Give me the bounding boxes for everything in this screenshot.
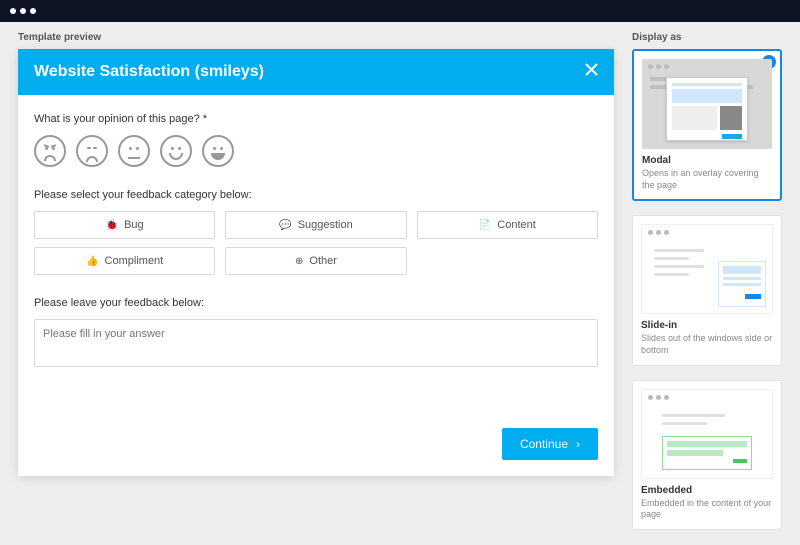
preview-title: Website Satisfaction (smileys)	[34, 63, 264, 81]
category-other-button[interactable]: ⊕ Other	[225, 247, 406, 275]
close-icon[interactable]	[585, 63, 598, 81]
embedded-thumbnail	[641, 389, 773, 479]
smiley-angry[interactable]	[34, 135, 66, 167]
display-option-desc: Embedded in the content of your page	[641, 498, 773, 521]
smiley-neutral[interactable]	[118, 135, 150, 167]
window-dot-icon	[30, 8, 36, 14]
question-opinion-label: What is your opinion of this page? *	[34, 113, 598, 125]
category-label: Other	[309, 255, 337, 267]
category-suggestion-button[interactable]: 💬 Suggestion	[225, 211, 406, 239]
smiley-sad[interactable]	[76, 135, 108, 167]
display-option-embedded[interactable]: Embedded Embedded in the content of your…	[632, 380, 782, 530]
category-label: Suggestion	[298, 219, 353, 231]
display-option-title: Embedded	[641, 485, 773, 496]
modal-thumbnail	[642, 59, 772, 149]
display-option-modal[interactable]: ✓ Modal Opens in an overlay covering the…	[632, 49, 782, 201]
continue-button[interactable]: Continue ›	[502, 428, 598, 460]
document-icon: 📄	[479, 220, 491, 231]
category-bug-button[interactable]: 🐞 Bug	[34, 211, 215, 239]
display-option-title: Modal	[642, 155, 772, 166]
smiley-rating-group	[34, 135, 598, 167]
window-titlebar	[0, 0, 800, 22]
chat-icon: 💬	[279, 220, 291, 231]
window-dot-icon	[10, 8, 16, 14]
category-compliment-button[interactable]: 👍 Compliment	[34, 247, 215, 275]
preview-header: Website Satisfaction (smileys)	[18, 49, 614, 95]
category-label: Content	[497, 219, 536, 231]
display-option-slidein[interactable]: Slide-in Slides out of the windows side …	[632, 215, 782, 365]
bug-icon: 🐞	[106, 220, 118, 231]
category-content-button[interactable]: 📄 Content	[417, 211, 598, 239]
template-preview-card: Website Satisfaction (smileys) What is y…	[18, 49, 614, 476]
smiley-happy[interactable]	[160, 135, 192, 167]
display-as-label: Display as	[632, 32, 782, 43]
display-option-desc: Opens in an overlay covering the page	[642, 168, 772, 191]
question-category-label: Please select your feedback category bel…	[34, 189, 598, 201]
chevron-right-icon: ›	[576, 437, 580, 451]
thumbs-up-icon: 👍	[86, 256, 98, 267]
smiley-very-happy[interactable]	[202, 135, 234, 167]
template-preview-label: Template preview	[18, 32, 614, 43]
continue-label: Continue	[520, 437, 568, 451]
display-option-desc: Slides out of the windows side or bottom	[641, 333, 773, 356]
plus-circle-icon: ⊕	[295, 256, 303, 267]
window-dot-icon	[20, 8, 26, 14]
slidein-thumbnail	[641, 224, 773, 314]
category-label: Bug	[124, 219, 144, 231]
question-feedback-label: Please leave your feedback below:	[34, 297, 598, 309]
feedback-textarea[interactable]	[34, 319, 598, 367]
display-option-title: Slide-in	[641, 320, 773, 331]
category-label: Compliment	[105, 255, 164, 267]
